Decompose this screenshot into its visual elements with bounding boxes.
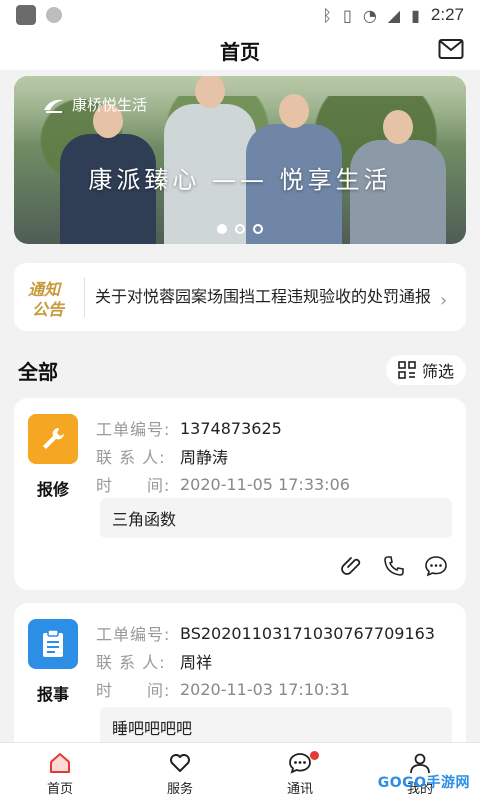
battery-icon: ▮ (411, 5, 420, 25)
order-type-label: 报修 (36, 480, 69, 499)
carousel-dot[interactable] (235, 224, 245, 234)
order-no-label: 工单编号: (96, 420, 171, 439)
notification-dot-icon (46, 7, 62, 23)
notice-text: 关于对悦蓉园案场围挡工程违规验收的处罚通报 (95, 287, 432, 306)
wifi-icon: ◔ (362, 5, 377, 25)
order-actions (340, 554, 448, 578)
section-title: 全部 (18, 359, 58, 384)
repair-type-icon (28, 414, 78, 464)
order-card[interactable]: 报修 工单编号: 1374873625 联 系 人: 周静涛 时 间: 2020… (14, 398, 466, 590)
promo-banner[interactable]: 康桥悦生活 康派臻心 —— 悦享生活 (14, 76, 466, 244)
mail-icon[interactable] (438, 38, 464, 60)
tab-label: 服务 (166, 782, 193, 797)
order-time: 2020-11-05 17:33:06 (180, 474, 350, 494)
status-time: 2:27 (430, 5, 464, 24)
carousel-dot[interactable] (253, 224, 263, 234)
chevron-right-icon: › (440, 290, 448, 311)
carousel-dots (14, 224, 466, 234)
heart-icon (170, 754, 190, 772)
phone-icon[interactable] (382, 554, 406, 578)
filter-button[interactable]: 筛选 (385, 355, 466, 385)
brand-name: 康桥悦生活 (72, 96, 148, 114)
order-type-label: 报事 (36, 685, 69, 704)
brand-mark-icon (44, 99, 64, 113)
chat-icon (289, 753, 311, 774)
tab-label: 首页 (46, 782, 73, 797)
status-bar: ᛒ ▯ ◔ ◢ ▮ 2:27 (0, 0, 480, 30)
notice-bar[interactable]: 通知 公告 关于对悦蓉园案场围挡工程违规验收的处罚通报 › (14, 263, 466, 331)
order-info: 工单编号: BS20201103171030767709163 联 系 人: 周… (96, 619, 435, 703)
order-no: BS20201103171030767709163 (180, 623, 435, 643)
app-header: 首页 (0, 30, 480, 70)
clipboard-icon (43, 629, 63, 657)
time-label: 时 间: (96, 476, 171, 495)
carousel-dot-active[interactable] (217, 224, 227, 234)
attachment-icon[interactable] (340, 554, 364, 578)
contact-name: 周静涛 (180, 448, 229, 467)
order-card[interactable]: 报事 工单编号: BS20201103171030767709163 联 系 人… (14, 603, 466, 753)
section-header: 全部 筛选 (18, 355, 466, 385)
vibrate-icon: ▯ (343, 5, 352, 25)
order-no-label: 工单编号: (96, 625, 171, 644)
home-icon (50, 753, 70, 773)
notice-badge-icon: 通知 公告 (28, 280, 65, 319)
filter-label: 筛选 (421, 362, 454, 381)
order-time: 2020-11-03 17:10:31 (180, 679, 350, 699)
signal-icon: ◢ (387, 5, 401, 25)
order-description: 三角函数 (100, 498, 452, 538)
bluetooth-icon: ᛒ (322, 5, 332, 25)
filter-grid-icon (398, 361, 416, 379)
wrench-icon (43, 428, 64, 449)
comment-icon[interactable] (424, 554, 448, 578)
page-title: 首页 (220, 39, 260, 64)
report-type-icon (28, 619, 78, 669)
order-description: 睡吧吧吧吧 (100, 707, 452, 747)
notice-divider (84, 277, 85, 317)
order-no: 1374873625 (180, 418, 282, 438)
contact-label: 联 系 人: (96, 448, 166, 467)
tab-label: 通讯 (286, 782, 313, 797)
bottom-tab-bar: 首页 服务 通讯 我的 GOGO手游网 (0, 742, 480, 800)
unread-badge (310, 751, 319, 760)
watermark-logo: GOGO手游网 (377, 775, 470, 791)
brand-logo: 康桥悦生活 (42, 94, 147, 115)
time-label: 时 间: (96, 681, 171, 700)
contact-name: 周祥 (180, 653, 213, 672)
tab-service[interactable]: 服务 (120, 743, 240, 800)
tab-messages[interactable]: 通讯 (240, 743, 360, 800)
order-info: 工单编号: 1374873625 联 系 人: 周静涛 时 间: 2020-11… (96, 414, 350, 498)
contact-label: 联 系 人: (96, 653, 166, 672)
banner-slogan: 康派臻心 —— 悦享生活 (88, 166, 392, 194)
app-notification-icon (16, 5, 36, 25)
tab-home[interactable]: 首页 (0, 743, 120, 800)
